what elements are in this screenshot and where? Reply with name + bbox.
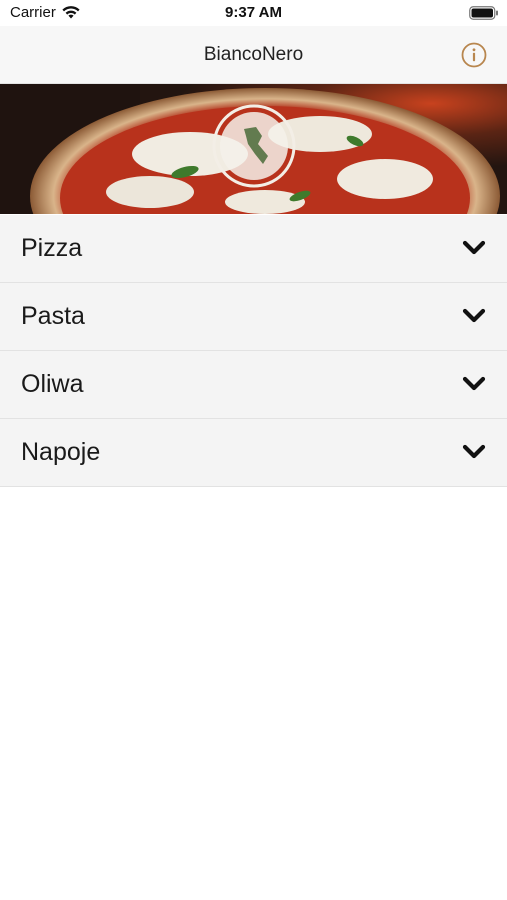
pizza-banner-image (0, 84, 507, 214)
category-label: Pasta (21, 302, 85, 330)
category-row-napoje[interactable]: Napoje (0, 419, 507, 487)
category-row-oliwa[interactable]: Oliwa (0, 351, 507, 419)
chevron-down-icon (462, 308, 486, 323)
chevron-down-icon (462, 376, 486, 391)
chevron-down-icon (462, 444, 486, 459)
category-row-pizza[interactable]: Pizza (0, 215, 507, 283)
chevron-down-icon (462, 240, 486, 255)
category-list: Pizza Pasta Oliwa Napoje (0, 215, 507, 487)
page-title: BiancoNero (203, 44, 304, 65)
clock-time: 9:37 AM (225, 4, 282, 21)
category-label: Pizza (21, 234, 83, 262)
category-label: Oliwa (21, 370, 84, 398)
info-circle-icon[interactable] (461, 42, 487, 68)
app-screen: Carrier 9:37 AM BiancoNero Pizza Pasta O… (0, 0, 507, 900)
category-row-pasta[interactable]: Pasta (0, 283, 507, 351)
category-label: Napoje (21, 438, 101, 466)
navigation-bar: BiancoNero (0, 26, 507, 84)
status-bar: Carrier 9:37 AM (0, 0, 507, 26)
battery-icon (469, 6, 498, 20)
